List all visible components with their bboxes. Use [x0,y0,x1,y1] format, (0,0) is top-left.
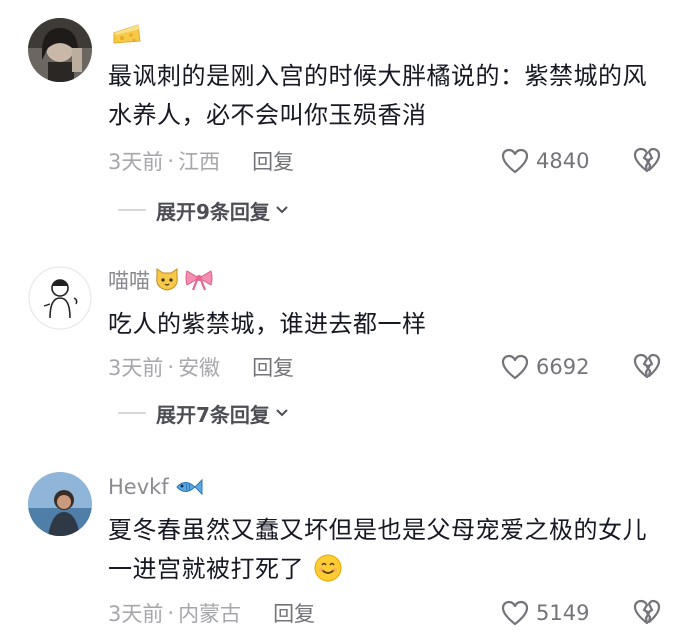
dislike-button[interactable] [632,352,662,380]
like-button[interactable]: 6692 [500,351,589,383]
like-count: 4840 [536,149,590,173]
divider-line [118,412,146,414]
cat-face-icon [154,268,180,292]
comment-location: 江西 [178,150,221,174]
meta-separator: · [167,601,175,625]
meta-separator: · [167,355,175,379]
smiling-face-icon [314,554,342,594]
expand-replies-label: 展开7条回复 [156,402,270,427]
heart-icon [500,353,530,381]
chevron-down-icon [270,407,290,419]
expand-replies-button[interactable]: 展开7条回复 [118,398,290,428]
comment-text: 最讽刺的是刚入宫的时候大胖橘说的：紫禁城的风水养人，必不会叫你玉殒香消 [108,62,647,129]
username[interactable] [108,18,142,48]
comment-item: 喵喵 吃人的紫禁城，谁进去都一样 3天前 · 安徽 回复 6692 展开7条回复 [0,240,690,450]
reply-button[interactable]: 回复 [252,352,294,382]
comment-location: 内蒙古 [178,602,242,626]
pink-bow-icon [184,268,214,292]
username[interactable]: Hevkf [108,472,203,502]
dislike-button[interactable] [632,146,662,174]
fish-icon [173,476,203,498]
username-text[interactable]: 喵喵 [108,265,150,295]
comment-text: 吃人的紫禁城，谁进去都一样 [108,310,427,338]
dislike-button[interactable] [632,598,662,626]
avatar[interactable] [28,472,92,536]
broken-heart-icon [632,352,662,380]
broken-heart-icon [632,146,662,174]
comment-time: 3天前 [108,602,164,626]
heart-icon [500,599,530,627]
like-count: 6692 [536,355,590,379]
comment-time: 3天前 [108,150,164,174]
comment-item: Hevkf 夏冬春虽然又蠢又坏但是也是父母宠爱之极的女儿 一进宫就被打死了 3天… [0,450,690,643]
avatar[interactable] [28,18,92,82]
cheese-icon [112,21,142,45]
chevron-down-icon [270,204,290,216]
comment-location: 安徽 [178,356,221,380]
avatar[interactable] [28,266,92,330]
like-button[interactable]: 5149 [500,597,589,629]
meta-separator: · [167,149,175,173]
expand-replies-label: 展开9条回复 [156,199,270,224]
reply-button[interactable]: 回复 [252,146,294,176]
heart-icon [500,147,530,175]
username-text[interactable]: Hevkf [108,475,169,499]
comment-text-content: 夏冬春虽然又蠢又坏但是也是父母宠爱之极的女儿 一进宫就被打死了 [108,516,647,583]
expand-replies-button[interactable]: 展开9条回复 [118,195,290,225]
reply-button[interactable]: 回复 [273,598,315,628]
comment-item: 最讽刺的是刚入宫的时候大胖橘说的：紫禁城的风水养人，必不会叫你玉殒香消 3天前 … [0,0,690,240]
like-count: 5149 [536,601,590,625]
comment-meta: 3天前 · 江西 回复 [108,146,294,176]
username[interactable]: 喵喵 [108,265,214,295]
like-button[interactable]: 4840 [500,145,589,177]
comment-meta: 3天前 · 内蒙古 回复 [108,598,315,628]
comment-text: 夏冬春虽然又蠢又坏但是也是父母宠爱之极的女儿 一进宫就被打死了 [108,511,668,594]
broken-heart-icon [632,598,662,626]
comment-time: 3天前 [108,356,164,380]
comment-meta: 3天前 · 安徽 回复 [108,352,294,382]
divider-line [118,209,146,211]
